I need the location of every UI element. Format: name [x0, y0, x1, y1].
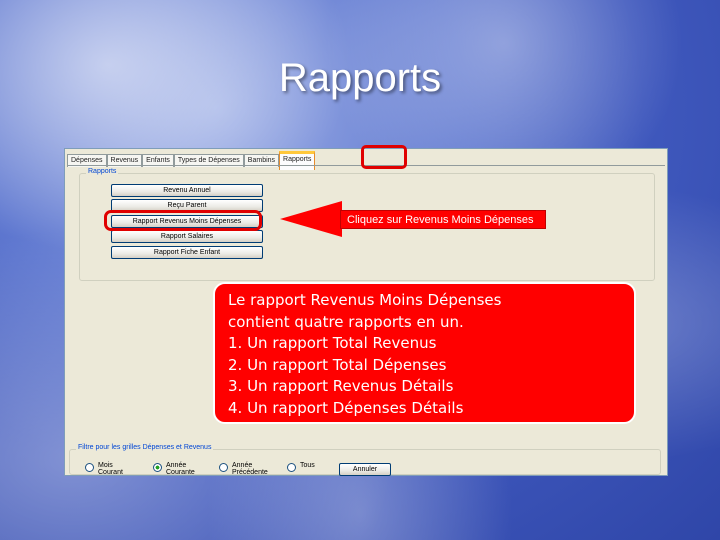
callout-arrow-icon [280, 201, 342, 237]
salaries-report-button[interactable]: Rapport Salaires [111, 230, 263, 243]
callout-text: Cliquez sur Revenus Moins Dépenses [340, 210, 546, 229]
button-highlight-marker [104, 210, 262, 231]
info-line: 3. Un rapport Revenus Détails [228, 377, 454, 395]
slide-title: Rapports [278, 56, 442, 100]
tab-highlight-marker [361, 145, 407, 169]
filter-option-current-month[interactable]: Mois Courant [85, 462, 123, 476]
info-line: contient quatre rapports en un. [228, 312, 464, 331]
info-line: Le rapport Revenus Moins Dépenses [228, 291, 502, 309]
info-box: Le rapport Revenus Moins Dépenses contie… [213, 282, 636, 424]
callout: Cliquez sur Revenus Moins Dépenses [280, 201, 550, 237]
cancel-button[interactable]: Annuler [339, 463, 391, 476]
filter-option-previous-year[interactable]: Année Précédente [219, 462, 268, 476]
tab-rapports[interactable]: Rapports [279, 151, 316, 170]
filter-group-legend: Filtre pour les grilles Dépenses et Reve… [76, 444, 214, 451]
child-sheet-report-button[interactable]: Rapport Fiche Enfant [111, 246, 263, 259]
info-line: 1. Un rapport Total Revenus [228, 334, 437, 352]
info-line: 2. Un rapport Total Dépenses [228, 355, 447, 374]
filter-option-label: Année Courante [166, 462, 195, 476]
radio-button-selected[interactable] [153, 463, 162, 472]
filter-option-current-year[interactable]: Année Courante [153, 462, 195, 476]
annual-revenue-button[interactable]: Revenu Annuel [111, 184, 263, 197]
reports-group-legend: Rapports [86, 168, 119, 175]
radio-button[interactable] [85, 463, 94, 472]
tab-bar: Dépenses Revenus Enfants Types de Dépens… [67, 151, 316, 170]
filter-option-label: Année Précédente [232, 462, 268, 476]
filter-option-all[interactable]: Tous [287, 462, 315, 472]
radio-button[interactable] [219, 463, 228, 472]
filter-option-label: Mois Courant [98, 462, 123, 476]
radio-button[interactable] [287, 463, 296, 472]
info-line: 4. Un rapport Dépenses Détails [228, 398, 464, 417]
filter-option-label: Tous [300, 462, 315, 469]
